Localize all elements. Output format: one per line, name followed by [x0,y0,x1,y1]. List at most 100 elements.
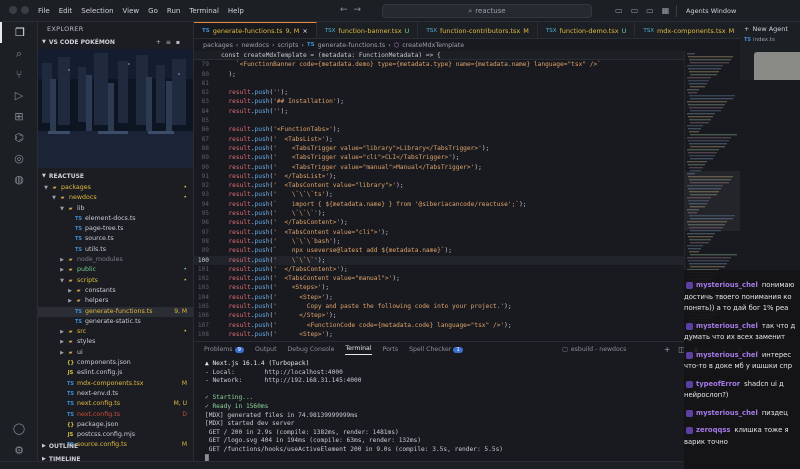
sticky-scroll-header[interactable]: const createMdxTemplate = (metadata: Fun… [194,51,684,61]
tree-file[interactable]: TS next-env.d.ts [38,389,193,399]
account-icon[interactable]: ◯ [0,418,38,439]
tree-file[interactable]: TS next.config.ts M, U [38,399,193,409]
forward-arrow-icon[interactable]: → [354,5,368,15]
menu-run[interactable]: Run [167,7,180,15]
breadcrumb-newdocs[interactable]: newdocs [241,42,269,49]
layout-secondary-icon[interactable]: ▭ [646,6,654,15]
tree-file[interactable]: TS generate-static.ts [38,317,193,327]
layout-sidebar-icon[interactable]: ▭ [615,6,623,15]
tree-folder[interactable]: ▼ ▰ packages • [38,183,193,193]
agents-window-button[interactable]: Agents Window [686,7,736,15]
editor-tab[interactable]: TSX function-banner.tsx U [317,22,419,38]
minimize-window-button[interactable] [21,6,29,14]
breadcrumb-packages[interactable]: packages [203,42,233,49]
tree-folder[interactable]: ▶ ▰ public • [38,265,193,275]
tree-file[interactable]: JS eslint.config.js [38,368,193,378]
search-view-icon[interactable]: ⌕ [0,43,38,64]
tree-folder[interactable]: ▶ ▰ constants [38,286,193,296]
new-agent-label: New Agent [752,24,788,33]
tree-file[interactable]: TS utils.ts [38,245,193,255]
minimap-line [689,263,727,265]
editor-tab[interactable]: TSX mdx-components.tsx M [635,22,740,38]
code-line: 80 ); [194,70,684,79]
tree-file[interactable]: {} package.json [38,420,193,430]
code-editor[interactable]: const createMdxTemplate = (metadata: Fun… [194,51,684,341]
menu-terminal[interactable]: Terminal [189,7,219,15]
tree-file[interactable]: TS page-tree.ts [38,224,193,234]
add-icon[interactable]: + [156,39,166,46]
terminal-name: esbuild - newdocs [570,346,627,353]
editor-tab[interactable]: TSX function-contributors.tsx M [418,22,538,38]
editor-tab[interactable]: TSX function-demo.tsx U [538,22,636,38]
menu-file[interactable]: File [38,7,50,15]
tree-folder[interactable]: ▶ ▰ src • [38,327,193,337]
breadcrumb-file[interactable]: generate-functions.ts [318,42,386,49]
title-bar: File Edit Selection View Go Run Terminal… [0,0,800,22]
tree-file[interactable]: TS source.ts [38,234,193,244]
panel-tab-spell-checker[interactable]: Spell Checker 1 [409,346,463,353]
menu-help[interactable]: Help [228,7,244,15]
tree-item-label: next.config.ts [77,410,120,418]
command-center[interactable]: ⌕ reactuse [382,4,592,18]
extensions-icon[interactable]: ⊞ [0,106,38,127]
list-icon[interactable]: ≡ [166,39,176,46]
tree-file[interactable]: TS element-docs.ts [38,214,193,224]
editor-tab[interactable]: TS generate-functions.ts 9, M × [194,22,317,38]
tree-item-label: packages [61,184,91,191]
layout-panel-icon[interactable]: ▭ [631,6,639,15]
trash-icon[interactable]: ▪ [176,39,185,46]
new-agent-header[interactable]: + New Agent [740,22,800,35]
remote-explorer-icon[interactable]: ⌬ [0,127,38,148]
line-number: 88 [201,144,209,152]
panel-tab-ports[interactable]: Ports [383,346,399,353]
tree-folder[interactable]: ▶ ▰ styles [38,337,193,347]
source-control-icon[interactable]: ⑂ [0,64,38,85]
line-number: 93 [201,191,209,199]
pokemon-section-header[interactable]: ▼ VS CODE POKÉMON +≡▪ [38,36,193,49]
tree-file[interactable]: TS mdx-components.tsx M [38,379,193,389]
panel-tab-debug-console[interactable]: Debug Console [288,346,335,353]
terminal-output[interactable]: ▲ Next.js 16.1.4 (Turbopack) - Local: htt… [194,360,740,463]
new-terminal-icon[interactable]: + [664,345,670,354]
tree-file[interactable]: TS generate-functions.ts 9, M [38,306,193,317]
chat-username: mysterious_chel [696,321,758,330]
run-debug-icon[interactable]: ▷ [0,85,38,106]
tree-folder[interactable]: ▶ ▰ node_modules [38,255,193,265]
github-icon[interactable]: ◎ [0,148,38,169]
tree-folder[interactable]: ▶ ▰ ui [38,348,193,358]
menu-selection[interactable]: Selection [81,7,113,15]
settings-gear-icon[interactable]: ⚙ [0,440,38,461]
breadcrumb-symbol[interactable]: createMdxTemplate [402,42,464,49]
tree-folder[interactable]: ▶ ▰ helpers [38,296,193,306]
minimap-viewport[interactable] [685,171,740,231]
menu-edit[interactable]: Edit [59,7,73,15]
outline-section-header[interactable]: ▶ OUTLINE [38,440,193,453]
menu-bar: File Edit Selection View Go Run Terminal… [38,7,244,15]
panel-tab-output[interactable]: Output [255,346,277,353]
close-tab-icon[interactable]: × [302,27,307,35]
tree-item-label: source.ts [85,235,114,243]
menu-view[interactable]: View [123,7,140,15]
minimap-line [687,257,731,259]
explorer-icon[interactable]: ❐ [0,22,38,43]
back-arrow-icon[interactable]: ← [340,5,354,15]
chat-username: typeofError [696,379,741,388]
panel-tab-problems[interactable]: Problems 9 [204,346,245,353]
tree-file[interactable]: TS next.config.ts D [38,410,193,420]
tree-folder[interactable]: ▼ ▰ scripts • [38,276,193,286]
tree-folder[interactable]: ▼ ▰ newdocs • [38,193,193,203]
tree-folder[interactable]: ▼ ▰ lib [38,204,193,214]
menu-go[interactable]: Go [148,7,158,15]
layout-customize-icon[interactable]: ▦ [662,6,670,15]
breadcrumb-scripts[interactable]: scripts [278,42,299,49]
code-text: result.push(' </TabsContent>'); [228,219,348,227]
reactuse-section-header[interactable]: ▼ REACTUSE [38,170,193,183]
tree-file[interactable]: JS postcss.config.mjs [38,430,193,440]
code-text: result.push(' \`\`\`'); [228,210,326,218]
close-window-button[interactable] [9,6,17,14]
tree-file[interactable]: {} components.json [38,358,193,368]
pokemon-icon[interactable]: ◍ [0,169,38,190]
terminal-selector[interactable]: ▢ esbuild - newdocs [562,346,626,353]
agent-file-row[interactable]: TS index.ts [740,35,800,45]
panel-tab-terminal[interactable]: Terminal [345,345,372,355]
